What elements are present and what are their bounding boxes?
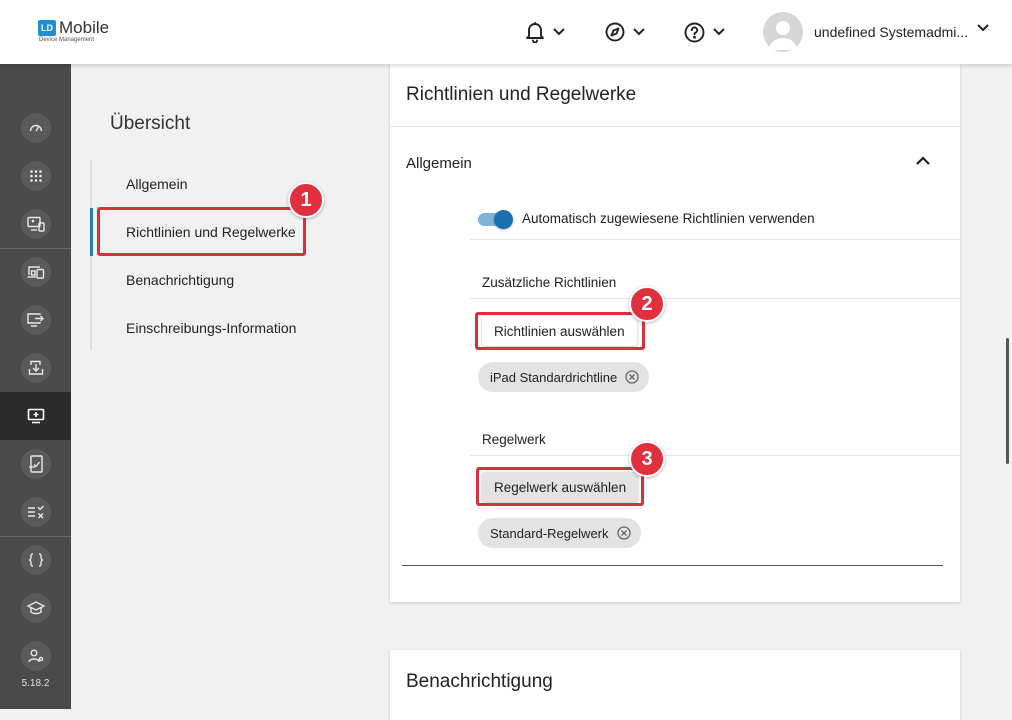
- explore-menu-button[interactable]: [605, 20, 645, 44]
- rail-item-user-settings[interactable]: [0, 632, 71, 680]
- dashboard-icon: [29, 124, 42, 132]
- divider: [470, 455, 960, 456]
- devices-icon: [27, 266, 44, 279]
- avatar[interactable]: [763, 12, 803, 52]
- user-name[interactable]: undefined Systemadmi...: [814, 24, 968, 40]
- help-circle-icon: [684, 22, 705, 42]
- rail-item-device-add[interactable]: [0, 392, 71, 440]
- policy-chip-label: iPad Standardrichtline: [490, 369, 618, 385]
- card-title: Richtlinien und Regelwerke: [406, 84, 637, 105]
- chevron-down-icon: [633, 28, 645, 36]
- apps-grid-icon: [29, 170, 42, 182]
- device-admin-icon: [26, 216, 45, 232]
- chevron-up-icon[interactable]: [916, 156, 930, 165]
- rail-item-device-send[interactable]: [0, 296, 71, 344]
- user-settings-icon: [27, 649, 43, 663]
- overview-item-enrollment[interactable]: Einschreibungs-Information: [126, 320, 296, 336]
- rail-item-education[interactable]: [0, 584, 71, 632]
- remove-icon[interactable]: [625, 370, 639, 384]
- notifications-menu-button[interactable]: [525, 20, 565, 44]
- annotation-badge: 3: [629, 441, 665, 477]
- braces-icon: [28, 553, 43, 567]
- overview-item-general[interactable]: Allgemein: [126, 176, 187, 192]
- overview-active-indicator: [90, 208, 93, 256]
- policy-chip: iPad Standardrichtline: [478, 362, 650, 392]
- divider: [470, 298, 960, 299]
- tasks-icon: [27, 505, 44, 519]
- section-title-general[interactable]: Allgemein: [406, 155, 472, 172]
- remove-icon[interactable]: [616, 526, 631, 540]
- compass-icon: [605, 22, 625, 42]
- device-add-icon: [27, 408, 44, 424]
- download-icon: [28, 360, 43, 375]
- annotation-highlight: [97, 207, 306, 256]
- top-header: LD Mobile Device Management undefined Sy…: [0, 0, 1012, 64]
- chevron-down-icon: [713, 28, 725, 36]
- chevron-down-icon: [553, 28, 565, 36]
- scrollbar[interactable]: [1006, 338, 1009, 464]
- app-version: 5.18.2: [21, 678, 50, 689]
- card-bottom-rule: [402, 565, 943, 566]
- rail-item-apps[interactable]: [0, 152, 71, 200]
- rail-item-compliance[interactable]: [0, 440, 71, 488]
- compliance-icon: [28, 455, 43, 473]
- rail-item-dashboard[interactable]: [0, 104, 71, 152]
- rail-item-device-admin[interactable]: [0, 200, 71, 248]
- logo-title: Mobile: [59, 18, 110, 37]
- card-divider: [390, 126, 960, 127]
- icon-sidebar: 5.18.2: [0, 64, 71, 709]
- divider: [470, 239, 960, 240]
- help-menu-button[interactable]: [684, 20, 725, 44]
- ruleset-label: Regelwerk: [482, 432, 546, 447]
- education-icon: [26, 601, 45, 615]
- rail-item-devices[interactable]: [0, 248, 71, 296]
- overview-item-notification[interactable]: Benachrichtigung: [126, 272, 234, 288]
- rail-item-download[interactable]: [0, 344, 71, 392]
- notification-card: Benachrichtigung: [390, 650, 960, 720]
- logo-mark: LD: [38, 20, 56, 36]
- notification-card-title: Benachrichtigung: [406, 671, 553, 692]
- rail-item-config[interactable]: [0, 536, 71, 584]
- bell-icon: [526, 22, 544, 43]
- annotation-highlight: [476, 467, 644, 506]
- overview-title: Übersicht: [110, 113, 191, 134]
- ruleset-chip: Standard-Regelwerk: [478, 518, 641, 548]
- annotation-highlight: [475, 312, 645, 350]
- ruleset-chip-label: Standard-Regelwerk: [490, 525, 609, 541]
- rail-item-tasks[interactable]: [0, 488, 71, 536]
- additional-policies-label: Zusätzliche Richtlinien: [482, 275, 617, 290]
- auto-policies-toggle[interactable]: [478, 209, 514, 229]
- annotation-badge: 2: [629, 286, 665, 322]
- auto-policies-label: Automatisch zugewiesene Richtlinien verw…: [522, 211, 815, 226]
- annotation-badge: 1: [288, 182, 324, 218]
- device-send-icon: [26, 313, 44, 327]
- logo-subtitle: Device Management: [39, 37, 95, 43]
- chevron-down-icon[interactable]: [977, 24, 989, 32]
- user-icon: [769, 21, 797, 50]
